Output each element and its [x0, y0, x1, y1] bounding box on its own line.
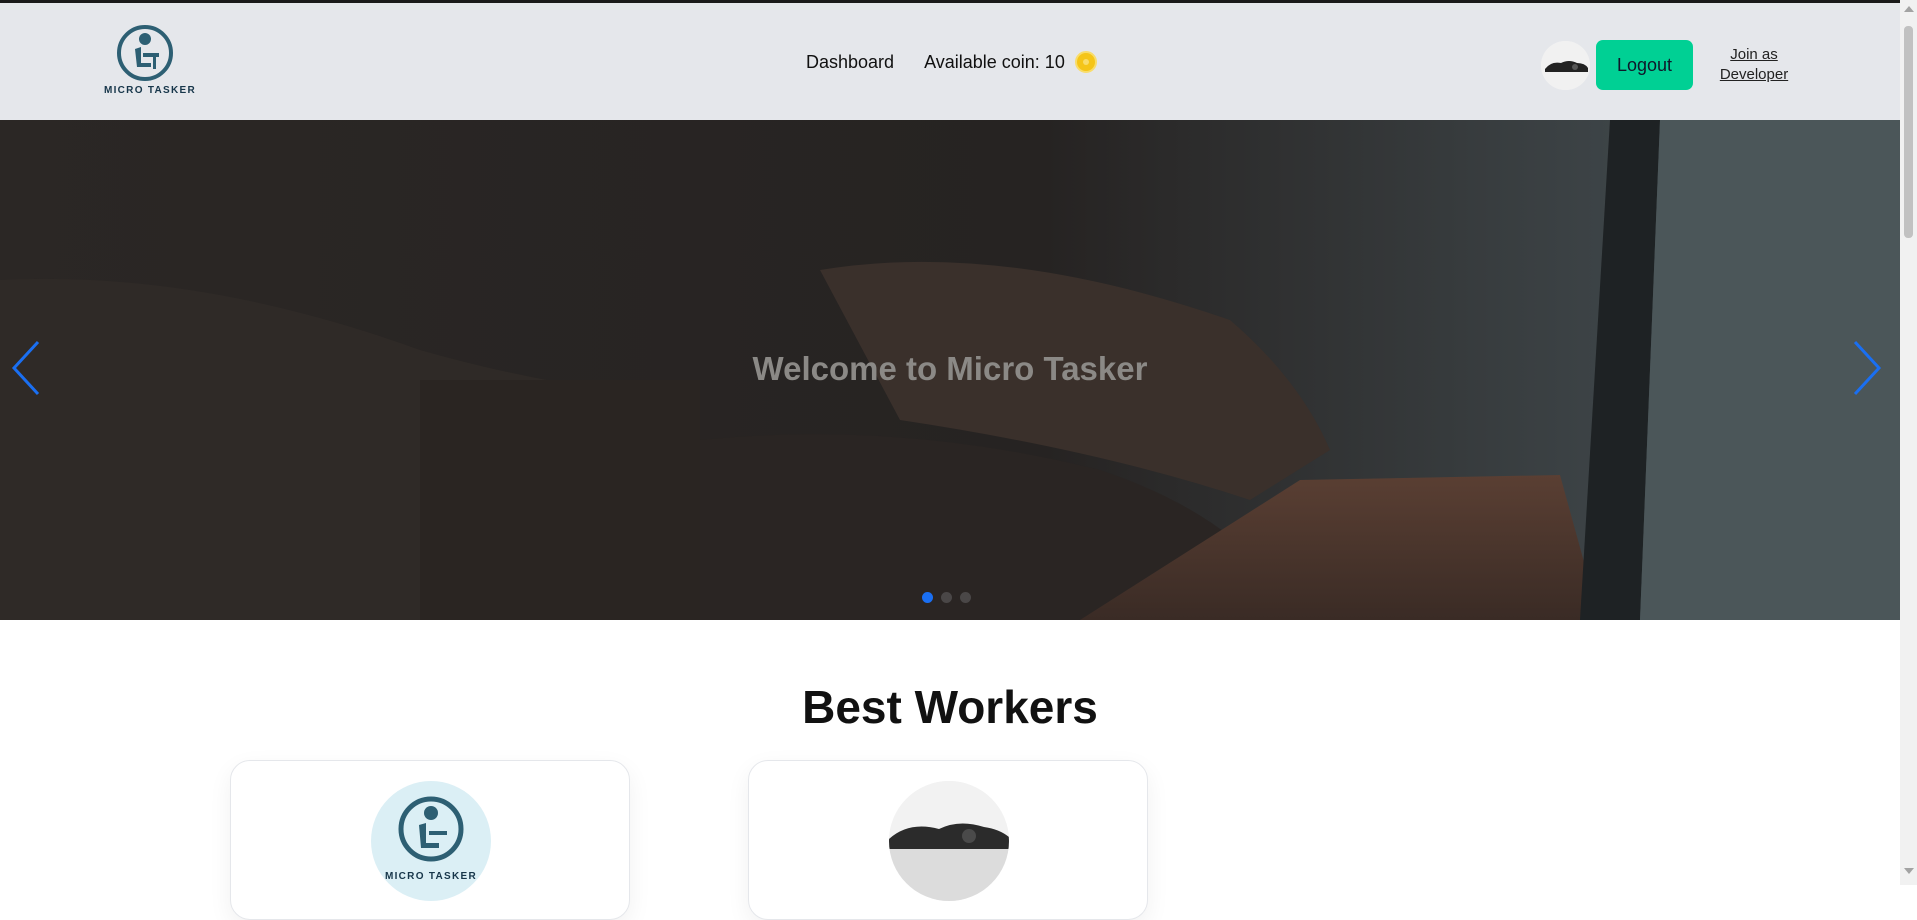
- coin-balance: Available coin: 10: [924, 51, 1097, 73]
- photo-avatar-icon: [889, 781, 1009, 901]
- scroll-up-arrow-icon[interactable]: [1904, 6, 1914, 12]
- worker-card[interactable]: [748, 760, 1148, 920]
- carousel-pagination: [922, 592, 971, 603]
- carousel-dot-1[interactable]: [922, 592, 933, 603]
- join-as-developer-link[interactable]: Join as Developer: [1712, 45, 1796, 85]
- logout-button[interactable]: Logout: [1596, 40, 1693, 90]
- worker-desk-logo-icon: [117, 25, 173, 81]
- worker-avatar: MICRO TASKER: [371, 781, 491, 901]
- chevron-right-icon: [1853, 340, 1882, 396]
- worker-card[interactable]: MICRO TASKER: [230, 760, 630, 920]
- carousel-prev-button[interactable]: [10, 338, 44, 398]
- carousel-dot-2[interactable]: [941, 592, 952, 603]
- coin-icon: [1074, 51, 1097, 73]
- brand-name: MICRO TASKER: [103, 85, 197, 96]
- worker-card-logo-text: MICRO TASKER: [384, 871, 478, 882]
- coin-balance-label: Available coin: 10: [924, 51, 1065, 72]
- chevron-left-icon: [11, 340, 40, 396]
- carousel-next-button[interactable]: [1849, 338, 1883, 398]
- hero-carousel: Welcome to Micro Tasker: [0, 120, 1900, 620]
- scroll-down-arrow-icon[interactable]: [1904, 868, 1914, 874]
- worker-avatar: [889, 781, 1009, 901]
- main-nav: Dashboard Available coin: 10: [806, 51, 1097, 73]
- hero-title: Welcome to Micro Tasker: [752, 350, 1148, 387]
- carousel-dot-3[interactable]: [960, 592, 971, 603]
- best-workers-title: Best Workers: [802, 681, 1098, 733]
- user-avatar[interactable]: [1541, 41, 1590, 90]
- page-scrollbar[interactable]: [1900, 0, 1917, 885]
- navbar: MICRO TASKER Dashboard Available coin: 1…: [0, 3, 1900, 120]
- scrollbar-thumb[interactable]: [1904, 26, 1913, 238]
- join-link-line1: Join as: [1730, 46, 1778, 63]
- nav-dashboard-link[interactable]: Dashboard: [806, 52, 894, 73]
- brand-logo[interactable]: MICRO TASKER: [100, 25, 200, 101]
- micro-tasker-logo-icon: [398, 796, 464, 862]
- join-link-line2: Developer: [1719, 66, 1789, 83]
